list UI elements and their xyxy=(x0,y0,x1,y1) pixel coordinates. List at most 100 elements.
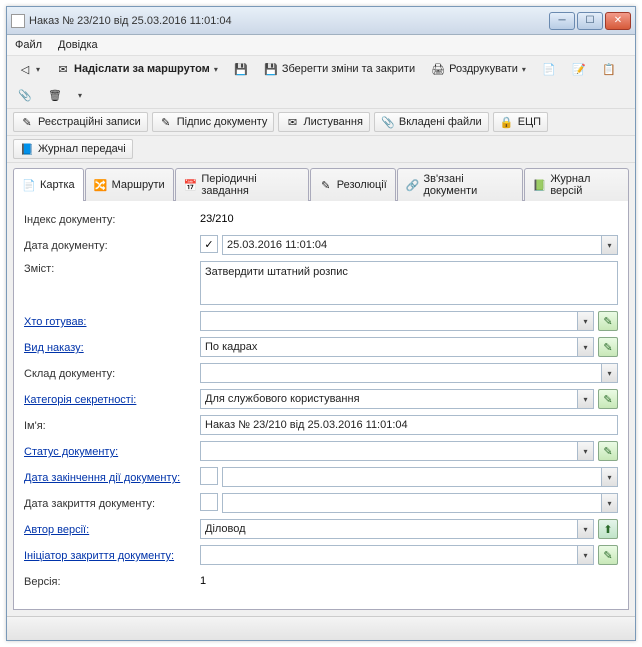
send-route-label: Надіслати за маршрутом xyxy=(74,63,210,75)
ecp-button[interactable]: 🔒ЕЦП xyxy=(493,112,548,132)
label-author[interactable]: Автор версії: xyxy=(24,522,200,536)
send-route-button[interactable]: ✉ Надіслати за маршрутом ▾ xyxy=(51,59,223,79)
card-icon: 📄 xyxy=(22,178,36,192)
label-composition: Склад документу: xyxy=(24,366,200,380)
label-ordertype[interactable]: Вид наказу: xyxy=(24,340,200,354)
content-textarea[interactable] xyxy=(200,261,618,305)
print-button[interactable]: 🖨 Роздрукувати ▾ xyxy=(426,59,531,79)
date-input[interactable] xyxy=(222,235,602,255)
secrecy-dropdown[interactable]: ▾ xyxy=(578,389,594,409)
enddate-dropdown[interactable]: ▾ xyxy=(602,467,618,487)
tab-versions[interactable]: 📗Журнал версій xyxy=(524,168,629,201)
status-dropdown[interactable]: ▾ xyxy=(578,441,594,461)
close-button[interactable]: ✕ xyxy=(605,12,631,30)
label-secrecy[interactable]: Категорія секретності: xyxy=(24,392,200,406)
label-version: Версія: xyxy=(24,574,200,588)
author-arrow-btn[interactable]: ⬆ xyxy=(598,519,618,539)
clip-icon: 📎 xyxy=(381,115,395,129)
label-enddate[interactable]: Дата закінчення дії документу: xyxy=(24,470,200,484)
tab-resolutions[interactable]: ✎Резолюції xyxy=(310,168,396,201)
maximize-button[interactable]: ☐ xyxy=(577,12,603,30)
label-status[interactable]: Статус документу: xyxy=(24,444,200,458)
attachments-button[interactable]: 📎Вкладені файли xyxy=(374,112,489,132)
secondary-toolbar: ✎Реєстраційні записи ✎Підпис документу ✉… xyxy=(7,109,635,136)
tool-icon-1[interactable]: 📄 xyxy=(537,59,561,79)
date-dropdown[interactable]: ▾ xyxy=(602,235,618,255)
enddate-check[interactable] xyxy=(200,467,218,485)
name-input[interactable] xyxy=(200,415,618,435)
label-closedate: Дата закриття документу: xyxy=(24,496,200,510)
status-edit-btn[interactable]: ✎ xyxy=(598,441,618,461)
edit-icon: 📝 xyxy=(572,62,586,76)
author-input[interactable] xyxy=(200,519,578,539)
mail-icon: ✉ xyxy=(285,115,299,129)
attach-icon: 📎 xyxy=(18,88,32,102)
tab-periodic[interactable]: 📅Періодичні завдання xyxy=(175,168,309,201)
value-index: 23/210 xyxy=(200,211,234,227)
calendar-icon: 📅 xyxy=(184,178,198,192)
ordertype-edit-btn[interactable]: ✎ xyxy=(598,337,618,357)
secrecy-input[interactable] xyxy=(200,389,578,409)
prepared-dropdown[interactable]: ▾ xyxy=(578,311,594,331)
lock-icon: 🔒 xyxy=(500,115,514,129)
prepared-edit-btn[interactable]: ✎ xyxy=(598,311,618,331)
reg-entries-button[interactable]: ✎Реєстраційні записи xyxy=(13,112,148,132)
menu-file[interactable]: Файл xyxy=(15,39,42,51)
ordertype-dropdown[interactable]: ▾ xyxy=(578,337,594,357)
tool-icon-6[interactable]: ▾ xyxy=(73,88,87,103)
sign-icon: ✎ xyxy=(159,115,173,129)
tool-icon-2[interactable]: 📝 xyxy=(567,59,591,79)
enddate-input[interactable] xyxy=(222,467,602,487)
statusbar xyxy=(7,616,635,640)
menu-help[interactable]: Довідка xyxy=(58,39,98,51)
tool-icon-3[interactable]: 📋 xyxy=(597,59,621,79)
closer-edit-btn[interactable]: ✎ xyxy=(598,545,618,565)
route-icon: 🔀 xyxy=(94,178,108,192)
tabstrip: 📄Картка 🔀Маршрути 📅Періодичні завдання ✎… xyxy=(7,163,635,200)
closedate-input[interactable] xyxy=(222,493,602,513)
tab-routes[interactable]: 🔀Маршрути xyxy=(85,168,174,201)
label-prepared[interactable]: Хто готував: xyxy=(24,314,200,328)
tab-linked[interactable]: 🔗Зв'язані документи xyxy=(397,168,523,201)
value-version: 1 xyxy=(200,573,206,589)
correspondence-button[interactable]: ✉Листування xyxy=(278,112,369,132)
composition-dropdown[interactable]: ▾ xyxy=(602,363,618,383)
envelope-icon: ✉ xyxy=(56,62,70,76)
tool-icon-4[interactable]: 📎 xyxy=(13,85,37,105)
ordertype-input[interactable] xyxy=(200,337,578,357)
main-toolbar: ◁▾ ✉ Надіслати за маршрутом ▾ 💾 💾 Зберег… xyxy=(7,55,635,109)
window-icon xyxy=(11,14,25,28)
copy-icon: 📋 xyxy=(602,62,616,76)
app-window: Наказ № 23/210 від 25.03.2016 11:01:04 ─… xyxy=(6,6,636,641)
label-index: Індекс документу: xyxy=(24,212,200,226)
label-date: Дата документу: xyxy=(24,238,200,252)
doc-sign-button[interactable]: ✎Підпис документу xyxy=(152,112,275,132)
transfer-log-button[interactable]: 📘Журнал передачі xyxy=(13,139,133,159)
history-icon: 📗 xyxy=(533,178,547,192)
save-button[interactable]: 💾 xyxy=(229,59,253,79)
print-label: Роздрукувати xyxy=(449,63,518,75)
back-icon: ◁ xyxy=(18,62,32,76)
save-close-button[interactable]: 💾 Зберегти зміни та закрити xyxy=(259,59,420,79)
back-button[interactable]: ◁▾ xyxy=(13,59,45,79)
window-title: Наказ № 23/210 від 25.03.2016 11:01:04 xyxy=(29,15,549,27)
author-dropdown[interactable]: ▾ xyxy=(578,519,594,539)
status-input[interactable] xyxy=(200,441,578,461)
save-close-label: Зберегти зміни та закрити xyxy=(282,63,415,75)
tool-icon-5[interactable]: 🗑 xyxy=(43,85,67,105)
closedate-dropdown[interactable]: ▾ xyxy=(602,493,618,513)
closedate-check[interactable] xyxy=(200,493,218,511)
label-closer[interactable]: Ініціатор закриття документу: xyxy=(24,548,200,562)
tab-card[interactable]: 📄Картка xyxy=(13,168,84,201)
delete-icon: 🗑 xyxy=(48,88,62,102)
composition-input[interactable] xyxy=(200,363,602,383)
label-content: Зміст: xyxy=(24,261,200,275)
link-icon: 🔗 xyxy=(406,178,420,192)
pen-icon: ✎ xyxy=(319,178,333,192)
secrecy-edit-btn[interactable]: ✎ xyxy=(598,389,618,409)
closer-input[interactable] xyxy=(200,545,578,565)
prepared-input[interactable] xyxy=(200,311,578,331)
closer-dropdown[interactable]: ▾ xyxy=(578,545,594,565)
date-check[interactable]: ✓ xyxy=(200,235,218,253)
minimize-button[interactable]: ─ xyxy=(549,12,575,30)
